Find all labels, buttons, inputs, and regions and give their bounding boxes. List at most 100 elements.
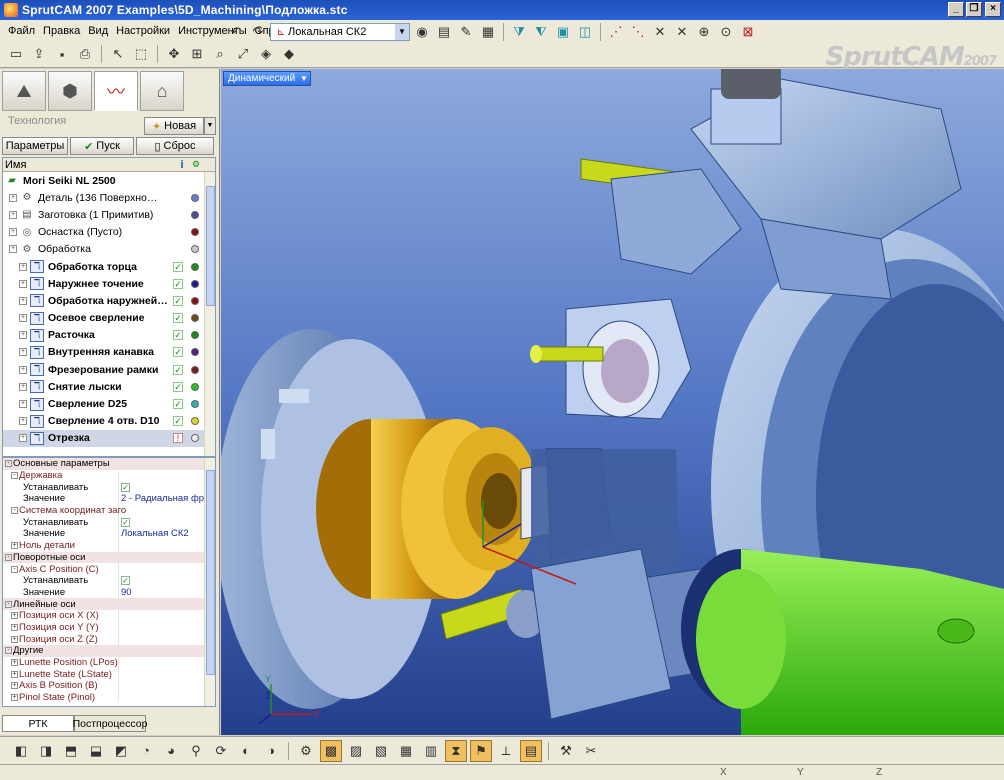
property-row[interactable]: Устанавливать ✓ [3,516,215,528]
select-solid-icon[interactable]: ▣ [553,22,573,42]
info-icon[interactable]: i [175,159,189,171]
tree-row[interactable]: + ⚙ Деталь (136 Поверхностей;2 ... [3,189,215,206]
settings-wrench-icon[interactable]: ✂ [580,740,602,762]
property-row[interactable]: - Axis C Position (C) [3,563,215,575]
tree-row[interactable]: + ℸ Обработка торца ✓ [3,258,215,275]
tree-row[interactable]: + ℸ Обработка наружней ка... ✓ [3,292,215,309]
expand-toggle[interactable]: + [9,210,17,219]
property-row[interactable]: Устанавливать ✓ [3,481,215,493]
color-dot[interactable] [191,193,199,202]
color-dot[interactable] [191,417,199,426]
snap-center-icon[interactable]: ⊕ [694,22,714,42]
property-row[interactable]: + Позиция оси Y (Y) [3,622,215,634]
expand-toggle[interactable]: + [11,542,18,550]
zoom-icon[interactable]: ⌕ [210,44,230,64]
snap-grid-icon[interactable]: ⊠ [738,22,758,42]
render-mode-icon[interactable]: ◑ [260,740,282,762]
expand-toggle[interactable]: + [19,314,27,323]
scene-svg[interactable]: X Y Z [221,69,1004,735]
rotate-view-2-icon[interactable]: ◕ [160,740,182,762]
expand-toggle[interactable]: - [5,460,12,468]
expand-toggle[interactable]: + [19,262,27,271]
expand-toggle[interactable]: + [19,434,27,443]
expand-toggle[interactable]: + [11,670,18,678]
expand-toggle[interactable]: + [11,682,18,690]
snap-end-icon[interactable]: ✕ [650,22,670,42]
expand-toggle[interactable]: + [19,365,27,374]
tree-row[interactable]: + ℸ Сверление 4 отв. D10 ✓ [3,413,215,430]
property-row[interactable]: + Pinol State (Pinol) [3,692,215,704]
expand-toggle[interactable]: + [11,635,18,643]
select-edge-icon[interactable]: ◫ [575,22,595,42]
expand-toggle[interactable]: + [11,612,18,620]
show-machine-icon[interactable]: ⚙ [295,740,317,762]
box-select-icon[interactable]: ⬚ [131,44,151,64]
color-dot[interactable] [191,382,199,391]
pointer-icon[interactable]: ↖ [108,44,128,64]
filter-icon[interactable]: ⧩ [509,22,529,42]
done-check-icon[interactable]: ✓ [173,416,183,427]
color-dot[interactable] [191,262,199,271]
cs-new-icon[interactable]: ▤ [434,22,454,42]
close-button[interactable]: × [985,2,1001,17]
show-toolpath-icon[interactable]: ⧗ [445,739,467,762]
rotate-view-icon[interactable]: ◔ [135,740,157,762]
shade-icon[interactable]: ◐ [235,740,257,762]
tab-workpiece[interactable]: ⬢ [48,71,92,111]
warning-icon[interactable]: ! [173,433,183,444]
tab-simulation[interactable]: ⌂ [140,71,184,111]
done-check-icon[interactable]: ✓ [173,364,183,375]
minimize-button[interactable]: _ [948,2,964,17]
status-icon[interactable]: ⚙ [189,159,203,170]
expand-toggle[interactable]: - [11,565,18,573]
expand-toggle[interactable]: + [9,193,17,202]
coord-system-select[interactable]: ⊾ Локальная СК2 ▼ [270,23,410,41]
snap-point-icon[interactable]: ⋰ [606,22,626,42]
zoom-window-icon[interactable]: ⊞ [187,44,207,64]
new-file-icon[interactable]: ▭ [6,44,26,64]
expand-toggle[interactable]: + [9,228,17,237]
calculator-icon[interactable]: ▦ [478,22,498,42]
color-dot[interactable] [191,228,199,237]
expand-toggle[interactable]: + [19,382,27,391]
tree-row[interactable]: + ℸ Внутренняя канавка ✓ [3,344,215,361]
property-row[interactable]: Устанавливать ✓ [3,575,215,587]
expand-toggle[interactable]: + [19,279,27,288]
tree-row[interactable]: ▰ Mori Seiki NL 2500 [3,172,215,189]
property-value[interactable]: Локальная СК2 [121,528,189,539]
property-row[interactable]: + Позиция оси X (X) [3,610,215,622]
menu-settings[interactable]: Настройки [116,25,170,37]
render-icon[interactable]: ◆ [279,44,299,64]
tree-row[interactable]: + ▤ Заготовка (1 Примитив) [3,206,215,223]
color-dot[interactable] [191,365,199,374]
color-dot[interactable] [191,210,199,219]
tree-row[interactable]: + ℸ Сверление D25 ✓ [3,395,215,412]
view-left-icon[interactable]: ◧ [10,740,32,762]
snap-line-icon[interactable]: ⋱ [628,22,648,42]
expand-toggle[interactable]: - [11,507,18,515]
reset-button[interactable]: ▯ Сброс [136,137,214,155]
property-row[interactable]: - Система координат заго [3,505,215,517]
expand-toggle[interactable]: - [5,553,12,561]
menu-view[interactable]: Вид [88,25,108,37]
property-row[interactable]: - Державка [3,470,215,482]
done-check-icon[interactable]: ✓ [173,330,183,341]
property-checkbox[interactable]: ✓ [121,576,130,586]
view-bottom-icon[interactable]: ⬓ [85,740,107,762]
expand-toggle[interactable]: + [11,623,18,631]
done-check-icon[interactable]: ✓ [173,381,183,392]
color-dot[interactable] [191,434,199,443]
done-check-icon[interactable]: ✓ [173,313,183,324]
maximize-button[interactable]: ❐ [966,2,982,17]
tree-row[interactable]: + ℸ Осевое сверление ✓ [3,310,215,327]
property-row[interactable]: Значение 2 - Радиальная фрез [3,493,215,505]
tree-row[interactable]: + ℸ Отрезка! [3,429,215,447]
color-dot[interactable] [191,245,199,254]
view-cube-icon[interactable]: ◈ [256,44,276,64]
expand-toggle[interactable]: + [19,400,27,409]
walk-icon[interactable]: ⚲ [185,740,207,762]
property-row[interactable]: - Поворотные оси [3,551,215,564]
tree-row[interactable]: + ⚙ Обработка [3,241,215,258]
show-tool-icon[interactable]: ▦ [395,740,417,762]
done-check-icon[interactable]: ✓ [173,347,183,358]
